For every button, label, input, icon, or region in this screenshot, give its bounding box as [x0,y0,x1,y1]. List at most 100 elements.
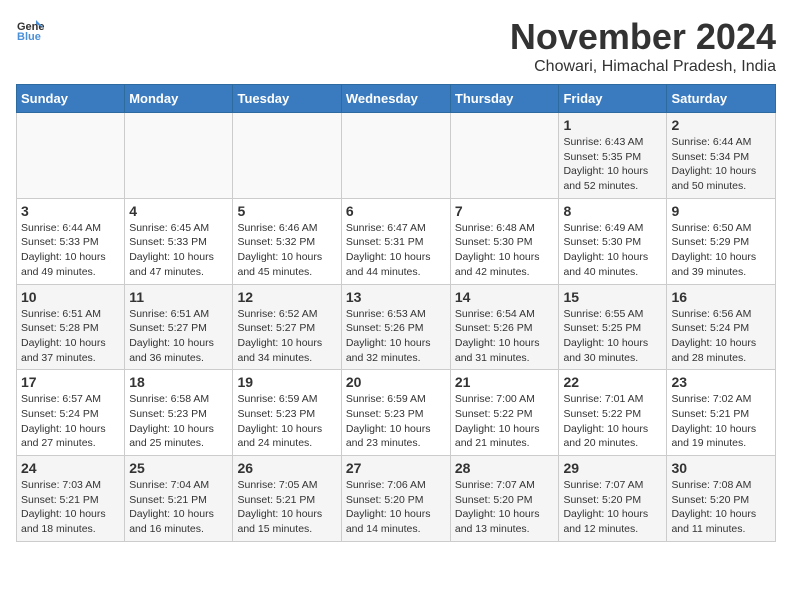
day-number: 24 [21,460,120,476]
day-info: Sunrise: 7:05 AMSunset: 5:21 PMDaylight:… [237,478,336,537]
calendar-cell [341,113,450,199]
calendar-cell: 30 Sunrise: 7:08 AMSunset: 5:20 PMDayligh… [667,456,776,542]
day-info: Sunrise: 6:48 AMSunset: 5:30 PMDaylight:… [455,221,555,280]
calendar-cell: 16 Sunrise: 6:56 AMSunset: 5:24 PMDayligh… [667,284,776,370]
day-number: 30 [671,460,771,476]
day-number: 11 [129,289,228,305]
day-info: Sunrise: 6:51 AMSunset: 5:27 PMDaylight:… [129,307,228,366]
day-info: Sunrise: 7:01 AMSunset: 5:22 PMDaylight:… [563,392,662,451]
day-number: 21 [455,374,555,390]
day-number: 6 [346,203,446,219]
day-number: 16 [671,289,771,305]
weekday-header-friday: Friday [559,85,667,113]
day-number: 19 [237,374,336,390]
day-info: Sunrise: 6:56 AMSunset: 5:24 PMDaylight:… [671,307,771,366]
calendar-cell [450,113,559,199]
day-info: Sunrise: 6:44 AMSunset: 5:34 PMDaylight:… [671,135,771,194]
day-info: Sunrise: 6:59 AMSunset: 5:23 PMDaylight:… [237,392,336,451]
calendar-cell: 10Sunrise: 6:51 AMSunset: 5:28 PMDayligh… [17,284,125,370]
day-number: 14 [455,289,555,305]
day-info: Sunrise: 7:04 AMSunset: 5:21 PMDaylight:… [129,478,228,537]
day-number: 1 [563,117,662,133]
calendar-cell: 28 Sunrise: 7:07 AMSunset: 5:20 PMDayligh… [450,456,559,542]
calendar-table: SundayMondayTuesdayWednesdayThursdayFrid… [16,84,776,542]
calendar-cell: 19 Sunrise: 6:59 AMSunset: 5:23 PMDayligh… [233,370,341,456]
day-info: Sunrise: 6:54 AMSunset: 5:26 PMDaylight:… [455,307,555,366]
calendar-cell: 5 Sunrise: 6:46 AMSunset: 5:32 PMDaylight… [233,198,341,284]
calendar-cell: 17 Sunrise: 6:57 AMSunset: 5:24 PMDayligh… [17,370,125,456]
day-info: Sunrise: 7:03 AMSunset: 5:21 PMDaylight:… [21,478,120,537]
calendar-cell: 25 Sunrise: 7:04 AMSunset: 5:21 PMDayligh… [125,456,233,542]
weekday-header-wednesday: Wednesday [341,85,450,113]
day-number: 18 [129,374,228,390]
week-row-2: 3 Sunrise: 6:44 AMSunset: 5:33 PMDaylight… [17,198,776,284]
calendar-cell: 11 Sunrise: 6:51 AMSunset: 5:27 PMDayligh… [125,284,233,370]
calendar-cell: 6 Sunrise: 6:47 AMSunset: 5:31 PMDaylight… [341,198,450,284]
day-number: 7 [455,203,555,219]
svg-text:Blue: Blue [17,31,41,43]
day-number: 23 [671,374,771,390]
day-info: Sunrise: 7:07 AMSunset: 5:20 PMDaylight:… [455,478,555,537]
calendar-cell: 22 Sunrise: 7:01 AMSunset: 5:22 PMDayligh… [559,370,667,456]
calendar-cell: 4 Sunrise: 6:45 AMSunset: 5:33 PMDaylight… [125,198,233,284]
calendar-cell: 26Sunrise: 7:05 AMSunset: 5:21 PMDayligh… [233,456,341,542]
day-info: Sunrise: 6:58 AMSunset: 5:23 PMDaylight:… [129,392,228,451]
calendar-cell: 2Sunrise: 6:44 AMSunset: 5:34 PMDaylight… [667,113,776,199]
calendar-cell: 27 Sunrise: 7:06 AMSunset: 5:20 PMDayligh… [341,456,450,542]
location-title: Chowari, Himachal Pradesh, India [510,58,776,76]
day-number: 28 [455,460,555,476]
day-number: 22 [563,374,662,390]
calendar-cell: 1Sunrise: 6:43 AMSunset: 5:35 PMDaylight… [559,113,667,199]
day-info: Sunrise: 6:46 AMSunset: 5:32 PMDaylight:… [237,221,336,280]
page-header: General Blue November 2024 Chowari, Hima… [16,16,776,76]
day-info: Sunrise: 6:44 AMSunset: 5:33 PMDaylight:… [21,221,120,280]
day-number: 4 [129,203,228,219]
week-row-3: 10Sunrise: 6:51 AMSunset: 5:28 PMDayligh… [17,284,776,370]
calendar-cell: 7 Sunrise: 6:48 AMSunset: 5:30 PMDaylight… [450,198,559,284]
calendar-cell: 20 Sunrise: 6:59 AMSunset: 5:23 PMDayligh… [341,370,450,456]
day-info: Sunrise: 6:59 AMSunset: 5:23 PMDaylight:… [346,392,446,451]
calendar-cell: 23Sunrise: 7:02 AMSunset: 5:21 PMDayligh… [667,370,776,456]
week-row-1: 1Sunrise: 6:43 AMSunset: 5:35 PMDaylight… [17,113,776,199]
day-info: Sunrise: 6:49 AMSunset: 5:30 PMDaylight:… [563,221,662,280]
day-info: Sunrise: 7:00 AMSunset: 5:22 PMDaylight:… [455,392,555,451]
weekday-header-monday: Monday [125,85,233,113]
day-number: 3 [21,203,120,219]
logo-icon: General Blue [16,16,44,44]
day-info: Sunrise: 7:07 AMSunset: 5:20 PMDaylight:… [563,478,662,537]
day-number: 5 [237,203,336,219]
month-title: November 2024 [510,16,776,58]
day-number: 8 [563,203,662,219]
calendar-cell: 14 Sunrise: 6:54 AMSunset: 5:26 PMDayligh… [450,284,559,370]
calendar-cell [125,113,233,199]
day-number: 17 [21,374,120,390]
day-number: 27 [346,460,446,476]
day-info: Sunrise: 6:50 AMSunset: 5:29 PMDaylight:… [671,221,771,280]
day-info: Sunrise: 6:47 AMSunset: 5:31 PMDaylight:… [346,221,446,280]
day-number: 20 [346,374,446,390]
day-number: 10 [21,289,120,305]
calendar-cell: 13Sunrise: 6:53 AMSunset: 5:26 PMDayligh… [341,284,450,370]
calendar-cell: 12Sunrise: 6:52 AMSunset: 5:27 PMDayligh… [233,284,341,370]
weekday-header-saturday: Saturday [667,85,776,113]
day-info: Sunrise: 6:45 AMSunset: 5:33 PMDaylight:… [129,221,228,280]
day-info: Sunrise: 6:55 AMSunset: 5:25 PMDaylight:… [563,307,662,366]
day-number: 25 [129,460,228,476]
calendar-cell: 29 Sunrise: 7:07 AMSunset: 5:20 PMDayligh… [559,456,667,542]
day-number: 29 [563,460,662,476]
calendar-cell [233,113,341,199]
day-number: 15 [563,289,662,305]
day-info: Sunrise: 6:52 AMSunset: 5:27 PMDaylight:… [237,307,336,366]
calendar-cell: 21 Sunrise: 7:00 AMSunset: 5:22 PMDayligh… [450,370,559,456]
weekday-header-row: SundayMondayTuesdayWednesdayThursdayFrid… [17,85,776,113]
logo: General Blue [16,16,44,44]
calendar-cell: 15 Sunrise: 6:55 AMSunset: 5:25 PMDayligh… [559,284,667,370]
day-info: Sunrise: 7:06 AMSunset: 5:20 PMDaylight:… [346,478,446,537]
calendar-cell: 18 Sunrise: 6:58 AMSunset: 5:23 PMDayligh… [125,370,233,456]
calendar-cell: 8 Sunrise: 6:49 AMSunset: 5:30 PMDaylight… [559,198,667,284]
day-info: Sunrise: 6:57 AMSunset: 5:24 PMDaylight:… [21,392,120,451]
title-block: November 2024 Chowari, Himachal Pradesh,… [510,16,776,76]
day-info: Sunrise: 7:08 AMSunset: 5:20 PMDaylight:… [671,478,771,537]
weekday-header-thursday: Thursday [450,85,559,113]
calendar-cell: 24 Sunrise: 7:03 AMSunset: 5:21 PMDayligh… [17,456,125,542]
